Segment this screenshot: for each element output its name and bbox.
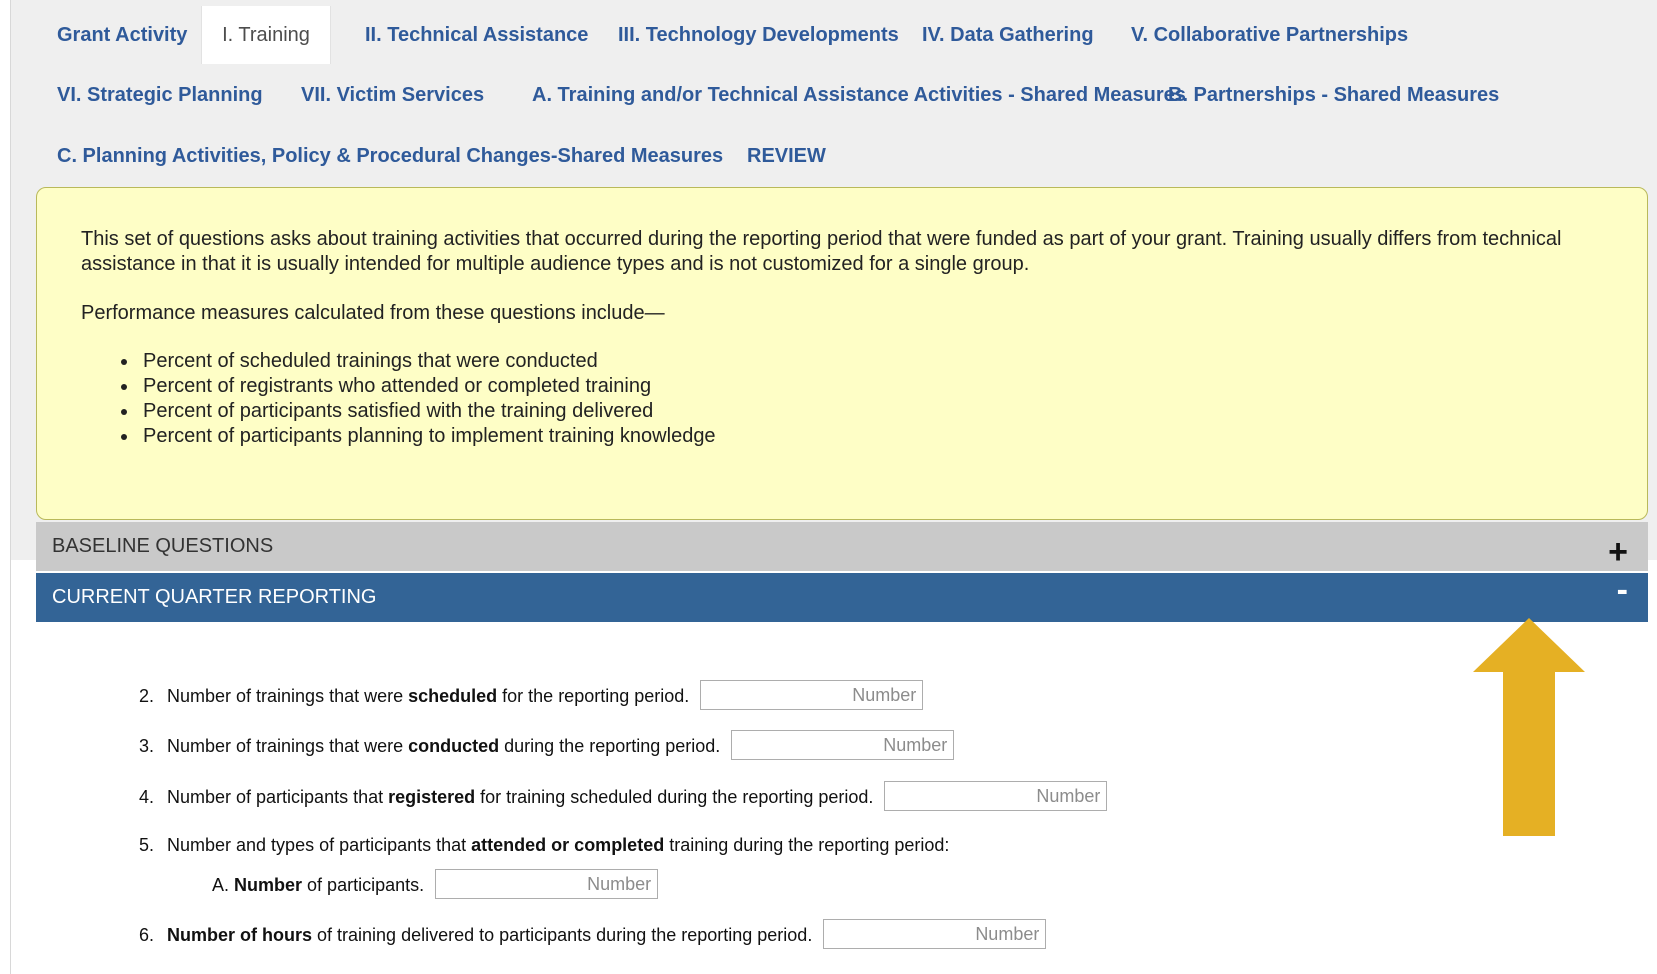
current-quarter-reporting-header[interactable]: CURRENT QUARTER REPORTING - <box>36 571 1648 622</box>
question-5a: A. Number of participants. <box>212 869 659 901</box>
participants-registered-input[interactable] <box>884 781 1108 811</box>
measures-list: Percent of scheduled trainings that were… <box>81 349 1603 449</box>
question-text: Number and types of participants that <box>167 835 472 855</box>
question-text: for the reporting period. <box>497 686 690 706</box>
question-text: Number of participants that <box>167 787 389 807</box>
tab-data-gathering[interactable]: IV. Data Gathering <box>922 6 1094 64</box>
trainings-conducted-input[interactable] <box>731 730 955 760</box>
baseline-questions-header[interactable]: BASELINE QUESTIONS + <box>36 522 1648 571</box>
tab-technical-assistance[interactable]: II. Technical Assistance <box>365 6 588 64</box>
question-2: 2. Number of trainings that were schedule… <box>139 680 924 712</box>
collapse-icon[interactable]: - <box>1617 566 1628 615</box>
question-text: Number of trainings that were <box>167 686 409 706</box>
question-text: of participants. <box>302 875 425 895</box>
question-emphasis: Number of hours <box>167 925 313 945</box>
question-emphasis: Number <box>234 875 303 895</box>
question-text: of training delivered to participants du… <box>312 925 813 945</box>
tab-partnerships-shared-measures[interactable]: B. Partnerships - Shared Measures <box>1168 66 1499 124</box>
question-3: 3. Number of trainings that were conducte… <box>139 730 955 762</box>
question-number: 6. <box>139 925 155 945</box>
question-number: A. <box>212 875 230 895</box>
question-emphasis: registered <box>388 787 476 807</box>
question-emphasis: attended or completed <box>471 835 665 855</box>
baseline-questions-label: BASELINE QUESTIONS <box>52 535 274 557</box>
tab-collaborative-partnerships[interactable]: V. Collaborative Partnerships <box>1131 6 1408 64</box>
tab-grant-activity[interactable]: Grant Activity <box>57 6 187 64</box>
trainings-scheduled-input[interactable] <box>700 680 924 710</box>
tab-technology-developments[interactable]: III. Technology Developments <box>618 6 899 64</box>
measures-title: Performance measures calculated from the… <box>81 302 665 324</box>
current-quarter-panel: 2. Number of trainings that were schedule… <box>36 622 1648 974</box>
tab-strategic-planning[interactable]: VI. Strategic Planning <box>57 66 263 124</box>
up-arrow-icon <box>1473 618 1585 836</box>
tab-review[interactable]: REVIEW <box>747 127 826 185</box>
measure-item: Percent of registrants who attended or c… <box>139 374 1603 399</box>
tab-training-ta-shared-measures[interactable]: A. Training and/or Technical Assistance … <box>532 66 1186 124</box>
tab-victim-services[interactable]: VII. Victim Services <box>301 66 484 124</box>
question-number: 5. <box>139 835 155 855</box>
question-number: 4. <box>139 787 155 807</box>
measure-item: Percent of participants satisfied with t… <box>139 399 1603 424</box>
question-number: 3. <box>139 736 155 756</box>
question-number: 2. <box>139 686 155 706</box>
current-quarter-reporting-label: CURRENT QUARTER REPORTING <box>52 586 377 608</box>
question-text: training during the reporting period: <box>664 835 950 855</box>
question-text: for training scheduled during the report… <box>475 787 874 807</box>
tab-training[interactable]: I. Training <box>201 6 331 64</box>
question-5: 5. Number and types of participants that … <box>139 829 949 861</box>
left-border <box>0 0 11 974</box>
question-6: 6. Number of hours of training delivered … <box>139 919 1047 951</box>
instructions-box: This set of questions asks about trainin… <box>36 187 1648 520</box>
question-4: 4. Number of participants that registered… <box>139 781 1108 813</box>
tab-planning-shared-measures[interactable]: C. Planning Activities, Policy & Procedu… <box>57 127 723 185</box>
question-text: Number of trainings that were <box>167 736 409 756</box>
measure-item: Percent of participants planning to impl… <box>139 424 1603 449</box>
measure-item: Percent of scheduled trainings that were… <box>139 349 1603 374</box>
question-emphasis: conducted <box>408 736 500 756</box>
report-page: Grant Activity I. Training II. Technical… <box>11 0 1657 974</box>
question-text: during the reporting period. <box>499 736 721 756</box>
training-hours-input[interactable] <box>823 919 1047 949</box>
participants-attended-input[interactable] <box>435 869 659 899</box>
instructions-paragraph: This set of questions asks about trainin… <box>81 228 1562 275</box>
question-emphasis: scheduled <box>408 686 498 706</box>
